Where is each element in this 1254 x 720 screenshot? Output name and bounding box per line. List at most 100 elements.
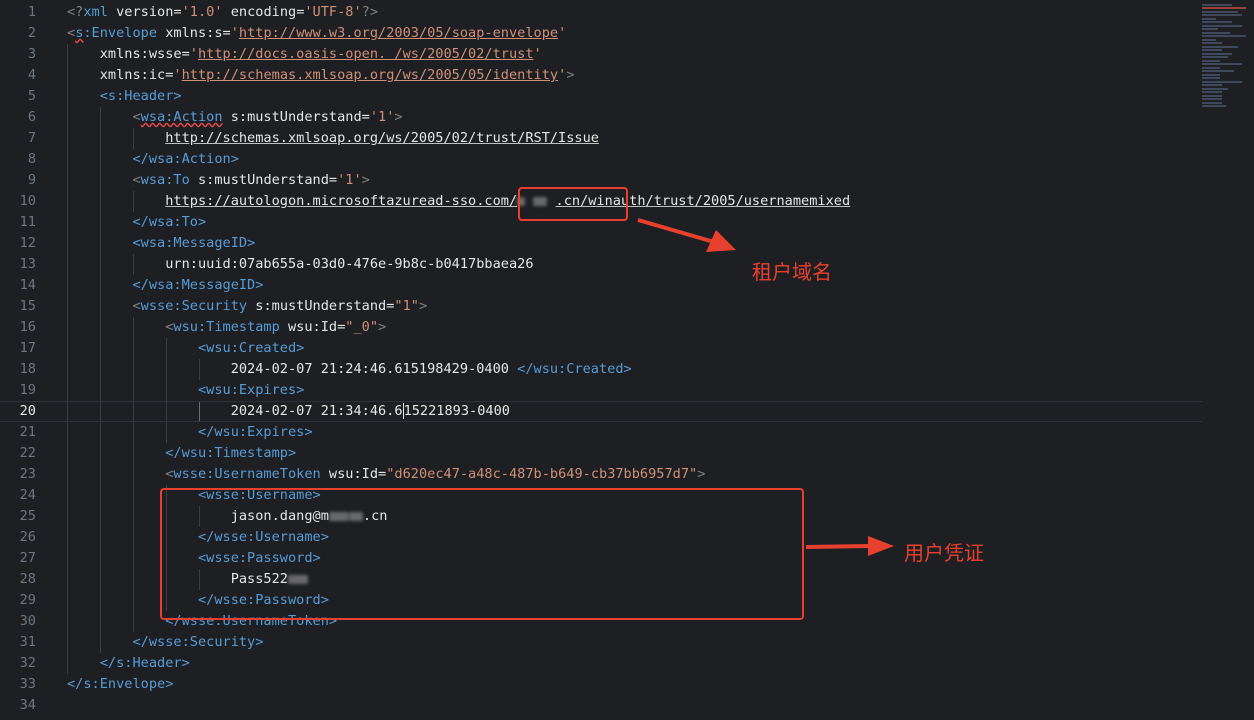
line-number[interactable]: 24 [0, 485, 44, 506]
minimap[interactable] [1202, 2, 1250, 126]
endpoint-link[interactable]: https://autologon.microsoftazuread-sso.c… [165, 193, 517, 209]
tag-bracket: > [418, 298, 428, 314]
code-line-31[interactable]: </wsse:Security> [67, 632, 1194, 653]
namespace-link[interactable]: http://www.w3.org/2003/05/soap-envelope [239, 25, 558, 41]
line-number[interactable]: 17 [0, 338, 44, 359]
tag-name: <wsu:Expires> [197, 382, 305, 398]
attr-name: s:mustUnderstand= [189, 172, 338, 188]
code-line-6[interactable]: <wsa:Action s:mustUnderstand='1'> [67, 107, 1194, 128]
line-number[interactable]: 29 [0, 590, 44, 611]
message-id-value: urn:uuid:07ab655a-03d0-476e-9b8c-b0417bb… [165, 256, 534, 272]
attr-value: '1' [369, 109, 395, 125]
code-line-10[interactable]: https://autologon.microsoftazuread-sso.c… [67, 191, 1194, 212]
code-line-15[interactable]: <wsse:Security s:mustUnderstand="1"> [67, 296, 1194, 317]
line-number[interactable]: 4 [0, 65, 44, 86]
xml-decl-close: ?> [361, 4, 379, 20]
attr-name: s:mustUnderstand= [247, 298, 395, 314]
line-number[interactable]: 21 [0, 422, 44, 443]
line-number[interactable]: 13 [0, 254, 44, 275]
line-number[interactable]: 19 [0, 380, 44, 401]
code-line-8[interactable]: </wsa:Action> [67, 149, 1194, 170]
code-line-13[interactable]: urn:uuid:07ab655a-03d0-476e-9b8c-b0417bb… [67, 254, 1194, 275]
tag-name: </wsu:Expires> [197, 424, 313, 440]
line-number[interactable]: 23 [0, 464, 44, 485]
xml-keyword: xml [83, 4, 108, 20]
code-line-12[interactable]: <wsa:MessageID> [67, 233, 1194, 254]
quote: ' [558, 25, 567, 41]
line-number[interactable]: 33 [0, 674, 44, 695]
line-number[interactable]: 32 [0, 653, 44, 674]
tag-name: </wsa:Action> [132, 151, 239, 167]
line-number[interactable]: 8 [0, 149, 44, 170]
tag-name: </wsa:MessageID> [132, 277, 264, 293]
tag-bracket: < [132, 172, 141, 188]
tag-name: wsse:UsernameToken [173, 466, 321, 482]
code-line-9[interactable]: <wsa:To s:mustUnderstand='1'> [67, 170, 1194, 191]
line-number[interactable]: 31 [0, 632, 44, 653]
action-link[interactable]: http://schemas.xmlsoap.org/ws/2005/02/tr… [165, 130, 599, 146]
tag-bracket: < [132, 298, 141, 314]
attr-name: wsu:Id= [279, 319, 346, 335]
expires-timestamp: 15221893-0400 [403, 403, 510, 419]
attr-value: 'UTF-8' [304, 4, 362, 20]
code-line-19[interactable]: <wsu:Expires> [67, 380, 1194, 401]
code-line-20[interactable]: 2024-02-07 21:34:46.615221893-0400 [0, 401, 1202, 422]
line-number[interactable]: 9 [0, 170, 44, 191]
line-number[interactable]: 11 [0, 212, 44, 233]
line-number[interactable]: 7 [0, 128, 44, 149]
attr-value: '1.0' [181, 4, 223, 20]
code-line-11[interactable]: </wsa:To> [67, 212, 1194, 233]
code-line-22[interactable]: </wsu:Timestamp> [67, 443, 1194, 464]
code-line-1[interactable]: <?xml version='1.0' encoding='UTF-8'?> [67, 2, 1194, 23]
namespace-link[interactable]: http://docs.oasis-open. /ws/2005/02/trus… [198, 46, 534, 62]
code-line-18[interactable]: 2024-02-07 21:24:46.615198429-0400 </wsu… [67, 359, 1194, 380]
tenant-domain-arrow [637, 218, 736, 252]
line-number[interactable]: 14 [0, 275, 44, 296]
line-number[interactable]: 28 [0, 569, 44, 590]
tag-name: wsse:Security [140, 298, 248, 314]
tag-name: wsa:Action [140, 109, 223, 125]
line-number[interactable]: 30 [0, 611, 44, 632]
namespace-link[interactable]: http://schemas.xmlsoap.org/ws/2005/05/id… [182, 67, 558, 83]
line-number[interactable]: 2 [0, 23, 44, 44]
tag-name: wsa:To [140, 172, 190, 188]
code-line-33[interactable]: </s:Envelope> [67, 674, 1194, 695]
code-line-17[interactable]: <wsu:Created> [67, 338, 1194, 359]
line-number[interactable]: 12 [0, 233, 44, 254]
code-line-21[interactable]: </wsu:Expires> [67, 422, 1194, 443]
line-number[interactable]: 25 [0, 506, 44, 527]
user-credentials-arrow [805, 536, 894, 556]
code-line-5[interactable]: <s:Header> [67, 86, 1194, 107]
line-number[interactable]: 26 [0, 527, 44, 548]
line-number[interactable]: 15 [0, 296, 44, 317]
tag-name: :Envelope [83, 25, 158, 41]
code-line-34[interactable] [67, 695, 1194, 716]
code-line-16[interactable]: <wsu:Timestamp wsu:Id="_0"> [67, 317, 1194, 338]
quote: ' [230, 25, 239, 41]
code-line-7[interactable]: http://schemas.xmlsoap.org/ws/2005/02/tr… [67, 128, 1194, 149]
code-line-23[interactable]: <wsse:UsernameToken wsu:Id="d620ec47-a48… [67, 464, 1194, 485]
attr-name: wsu:Id= [320, 466, 387, 482]
code-line-32[interactable]: </s:Header> [67, 653, 1194, 674]
tag-name: <wsa:MessageID> [132, 235, 256, 251]
code-line-14[interactable]: </wsa:MessageID> [67, 275, 1194, 296]
tag-name: </wsa:To> [132, 214, 207, 230]
line-number[interactable]: 6 [0, 107, 44, 128]
code-line-4[interactable]: xmlns:ic='http://schemas.xmlsoap.org/ws/… [67, 65, 1194, 86]
line-number[interactable]: 16 [0, 317, 44, 338]
tag-bracket: > [394, 109, 403, 125]
attr-name: s:mustUnderstand= [222, 109, 370, 125]
line-number[interactable]: 34 [0, 695, 44, 716]
code-line-3[interactable]: xmlns:wsse='http://docs.oasis-open. /ws/… [67, 44, 1194, 65]
line-number[interactable]: 18 [0, 359, 44, 380]
line-number[interactable]: 10 [0, 191, 44, 212]
line-number[interactable]: 5 [0, 86, 44, 107]
code-line-2[interactable]: <s:Envelope xmlns:s='http://www.w3.org/2… [67, 23, 1194, 44]
line-number[interactable]: 3 [0, 44, 44, 65]
code-editor[interactable]: 1 2 3 4 5 6 7 8 9 10 11 12 13 14 15 16 17 18 19 20 21 22 23 24 2… [0, 0, 1254, 720]
attr-value: "d620ec47-a48c-487b-b649-cb37bb6957d7" [386, 466, 698, 482]
line-number[interactable]: 1 [0, 2, 44, 23]
line-number[interactable]: 27 [0, 548, 44, 569]
line-number[interactable]: 22 [0, 443, 44, 464]
xml-decl-open: <? [67, 4, 84, 20]
